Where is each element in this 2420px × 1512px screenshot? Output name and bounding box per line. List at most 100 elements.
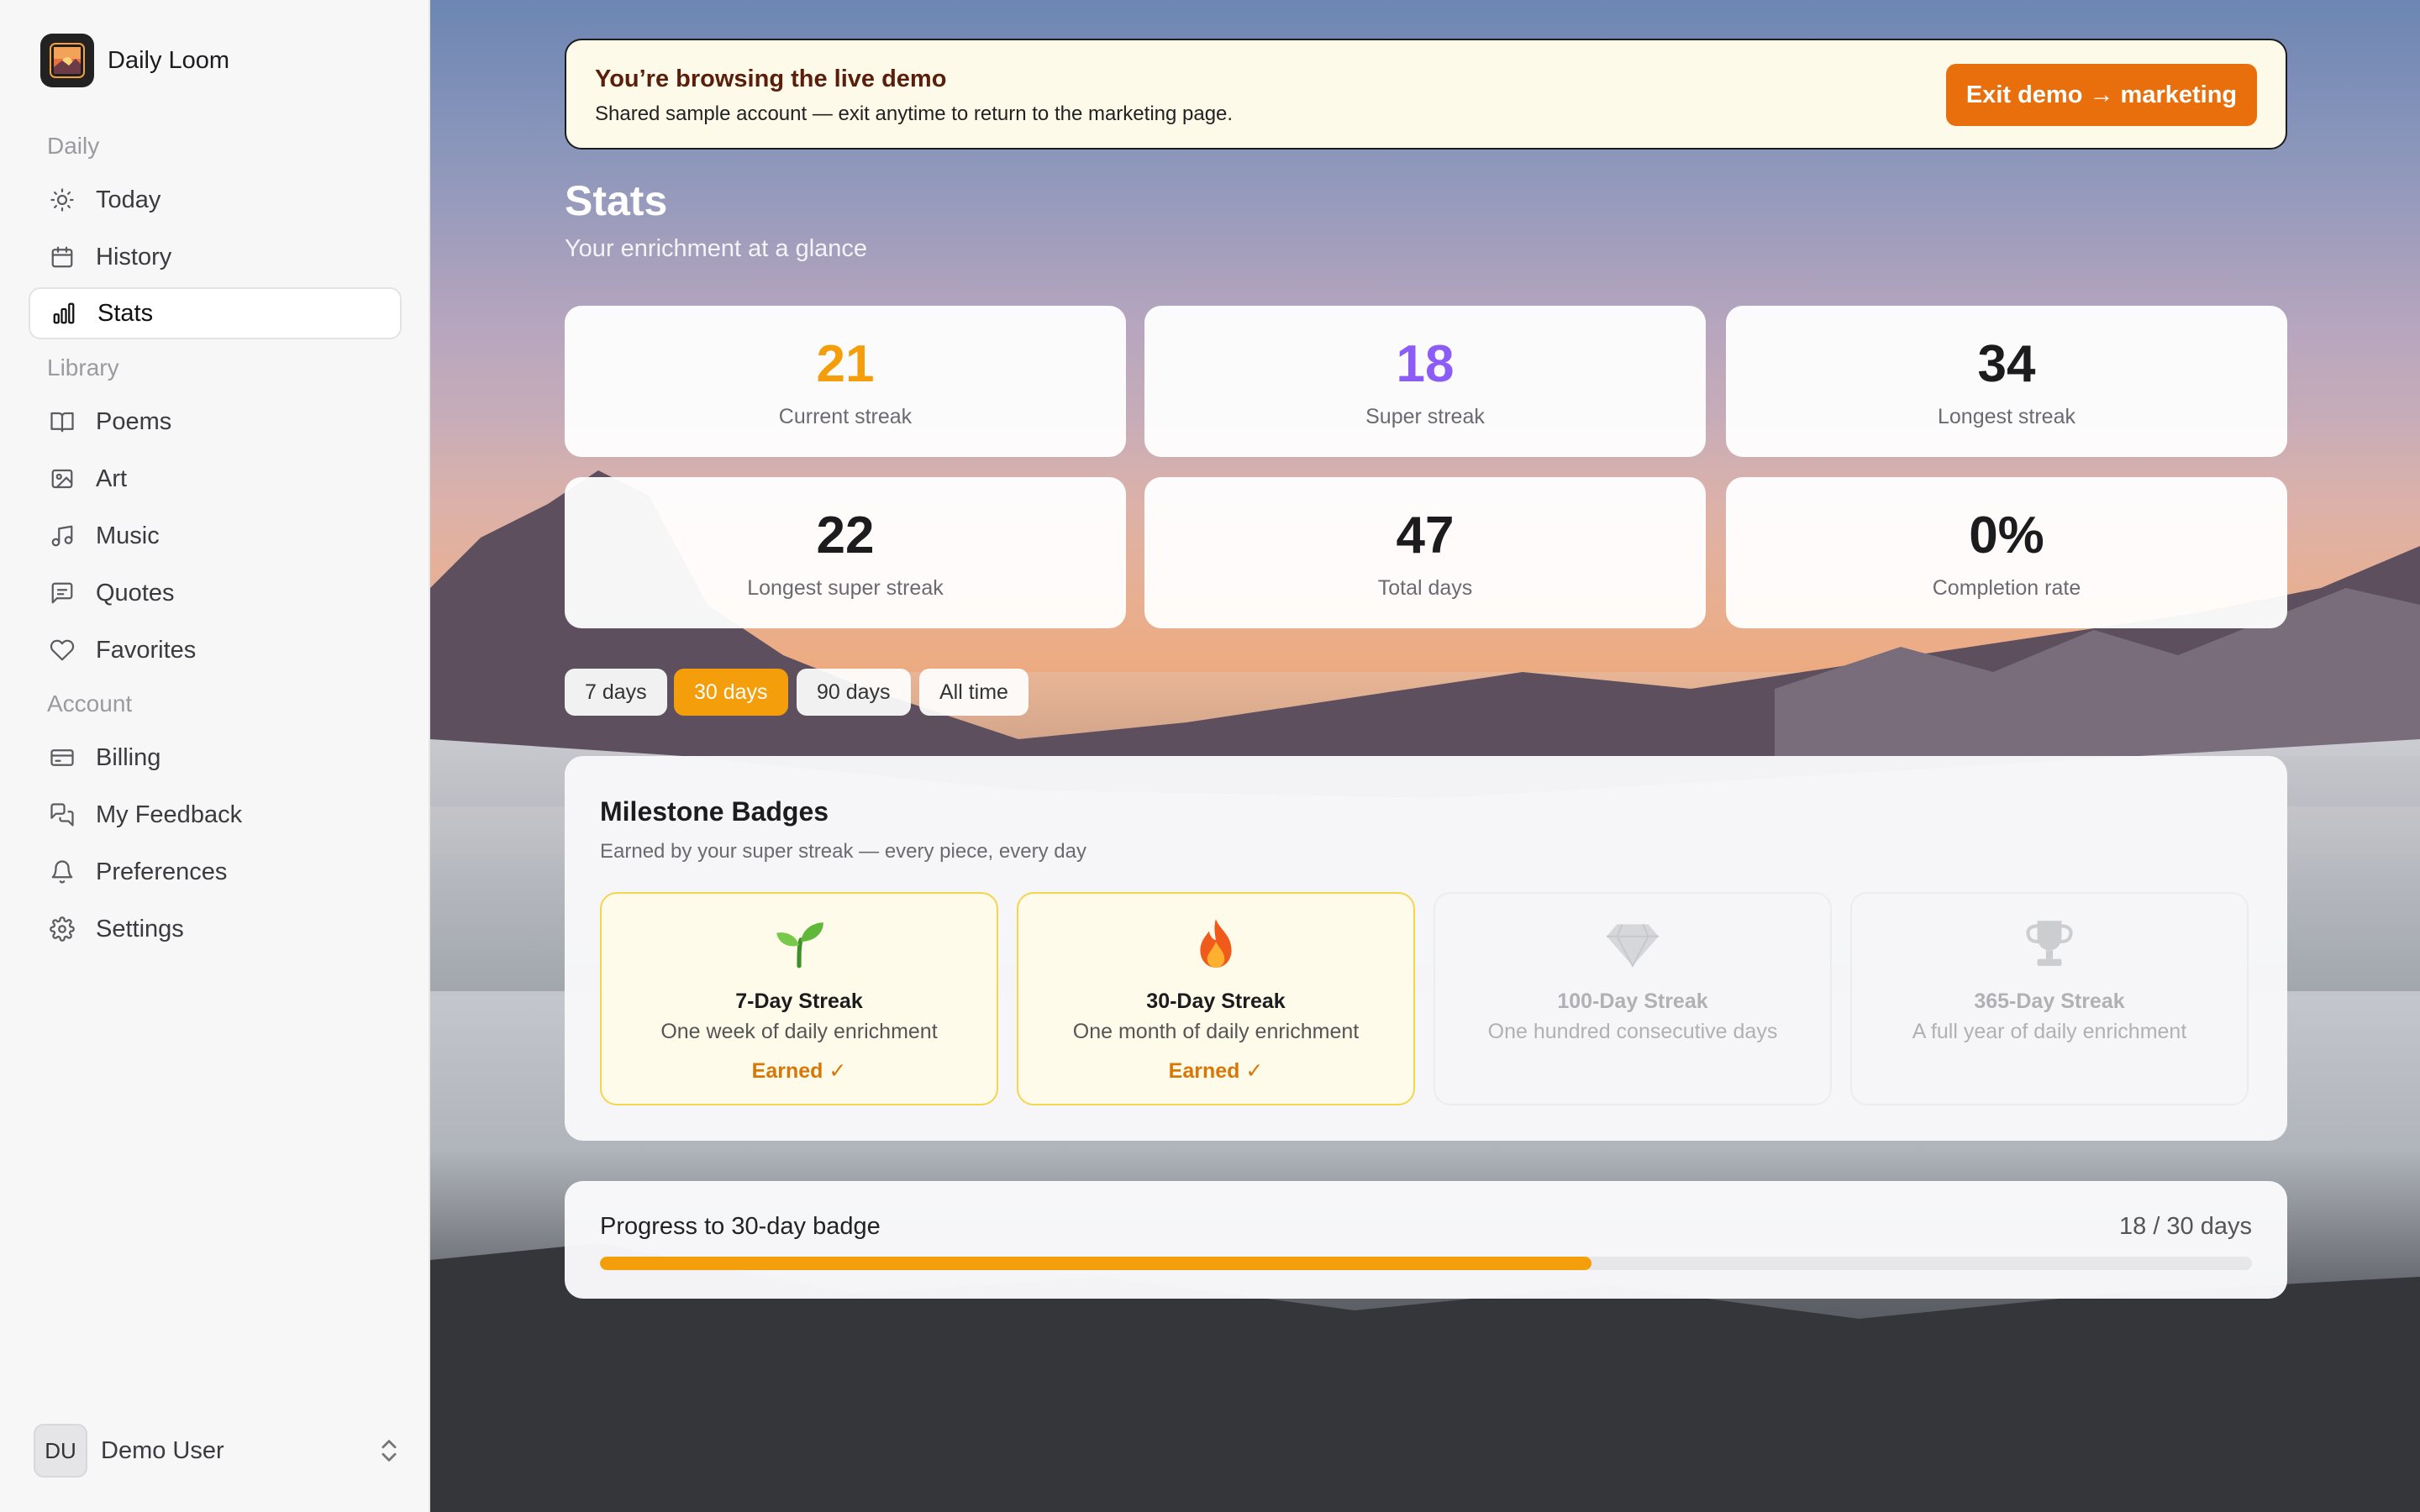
sidebar-item-favorites[interactable]: Favorites (29, 624, 402, 676)
sidebar-item-label: Quotes (96, 579, 175, 606)
sidebar-item-my-feedback[interactable]: My Feedback (29, 789, 402, 841)
sidebar-item-history[interactable]: History (29, 231, 402, 283)
seedling-icon (602, 914, 997, 973)
sidebar-item-poems[interactable]: Poems (29, 396, 402, 448)
progress-label: Progress to 30-day badge (600, 1213, 881, 1240)
page-title: Stats (565, 177, 668, 224)
sidebar-item-preferences[interactable]: Preferences (29, 846, 402, 898)
sidebar-item-today[interactable]: Today (29, 174, 402, 226)
fire-icon (1018, 914, 1413, 973)
stat-label: Current streak (778, 405, 913, 428)
badge-30-day-streak: 30-Day Streak One month of daily enrichm… (1017, 892, 1415, 1105)
sidebar-item-label: Preferences (96, 858, 228, 885)
sidebar-item-label: Today (96, 186, 161, 213)
sidebar-item-music[interactable]: Music (29, 510, 402, 562)
range-tab-30-days[interactable]: 30 days (674, 669, 788, 716)
stat-value: 47 (1396, 507, 1455, 564)
panel-title: Milestone Badges (600, 796, 829, 827)
stat-card-longest-super-streak: 22 Longest super streak (565, 477, 1126, 628)
badge-name: 100-Day Streak (1557, 990, 1708, 1013)
progress-card: Progress to 30-day badge 18 / 30 days (565, 1181, 2287, 1299)
badge-status: Earned ✓ (1168, 1059, 1264, 1083)
image-icon (49, 465, 76, 492)
app-name: Daily Loom (108, 46, 230, 74)
calendar-icon (49, 244, 76, 270)
demo-banner: You’re browsing the live demo Shared sam… (565, 39, 2287, 150)
sidebar-item-settings[interactable]: Settings (29, 903, 402, 955)
sidebar-item-label: Settings (96, 915, 184, 942)
badge-name: 7-Day Streak (735, 990, 863, 1013)
stat-card-total-days: 47 Total days (1144, 477, 1706, 628)
exit-demo-button[interactable]: Exit demo → marketing (1946, 64, 2257, 126)
badge-status: Earned ✓ (751, 1059, 847, 1083)
range-tab-all-time[interactable]: All time (919, 669, 1028, 716)
sidebar-item-stats[interactable]: Stats (29, 287, 402, 339)
stat-value: 0% (1969, 507, 2044, 564)
panel-subtitle: Earned by your super streak — every piec… (600, 840, 1086, 863)
stat-value: 18 (1396, 335, 1455, 393)
stat-label: Longest streak (1938, 405, 2075, 428)
brand[interactable]: Daily Loom (40, 34, 229, 87)
heart-icon (49, 637, 76, 664)
sunset-image-icon (40, 34, 94, 87)
sidebar-item-quotes[interactable]: Quotes (29, 567, 402, 619)
progress-count: 18 / 30 days (2119, 1213, 2252, 1240)
stat-label: Super streak (1365, 405, 1485, 428)
trophy-icon (1852, 914, 2247, 973)
diamond-icon (1435, 914, 1830, 973)
stat-value: 22 (816, 507, 875, 564)
messages-icon (49, 801, 76, 828)
sidebar-item-label: Art (96, 465, 128, 492)
bar-chart-icon (50, 300, 77, 327)
credit-card-icon (49, 744, 76, 771)
badge-name: 365-Day Streak (1974, 990, 2125, 1013)
message-square-icon (49, 580, 76, 606)
sidebar-item-art[interactable]: Art (29, 453, 402, 505)
badge-7-day-streak: 7-Day Streak One week of daily enrichmen… (600, 892, 998, 1105)
bell-icon (49, 858, 76, 885)
section-label-daily: Daily (47, 133, 100, 159)
sidebar-item-label: Poems (96, 407, 172, 435)
user-name: Demo User (101, 1436, 224, 1464)
badge-365-day-streak: 365-Day Streak A full year of daily enri… (1850, 892, 2249, 1105)
sidebar-item-label: My Feedback (96, 801, 243, 828)
banner-title: You’re browsing the live demo (595, 66, 947, 92)
sidebar: Daily Loom Daily Today History Stats Lib… (0, 0, 430, 1512)
progress-track (600, 1257, 2252, 1270)
stat-card-longest-streak: 34 Longest streak (1726, 306, 2287, 457)
section-label-library: Library (47, 354, 119, 381)
stat-value: 34 (1977, 335, 2036, 393)
sidebar-item-label: Favorites (96, 636, 197, 664)
badge-name: 30-Day Streak (1146, 990, 1286, 1013)
stat-label: Longest super streak (747, 576, 944, 600)
milestone-badges-panel: Milestone Badges Earned by your super st… (565, 756, 2287, 1141)
book-icon (49, 408, 76, 435)
chevron-up-down-icon[interactable] (375, 1436, 403, 1465)
badge-description: One hundred consecutive days (1487, 1020, 1778, 1043)
stat-value: 21 (816, 335, 875, 393)
stat-card-current-streak: 21 Current streak (565, 306, 1126, 457)
progress-fill (600, 1257, 1591, 1270)
sidebar-item-label: History (96, 243, 172, 270)
sidebar-item-label: Billing (96, 743, 161, 771)
sidebar-item-label: Music (96, 522, 160, 549)
range-tab-7-days[interactable]: 7 days (565, 669, 667, 716)
badge-description: One week of daily enrichment (660, 1020, 938, 1043)
badge-100-day-streak: 100-Day Streak One hundred consecutive d… (1434, 892, 1832, 1105)
page-subtitle: Your enrichment at a glance (565, 235, 868, 262)
user-menu[interactable]: DU Demo User (34, 1423, 403, 1478)
gear-icon (49, 916, 76, 942)
banner-subtitle: Shared sample account — exit anytime to … (595, 102, 1234, 125)
sidebar-item-billing[interactable]: Billing (29, 732, 402, 784)
stat-card-completion-rate: 0% Completion rate (1726, 477, 2287, 628)
stat-label: Total days (1377, 576, 1473, 600)
sun-icon (49, 186, 76, 213)
sidebar-item-label: Stats (97, 299, 154, 327)
music-note-icon (49, 522, 76, 549)
stat-label: Completion rate (1932, 576, 2081, 600)
badge-description: A full year of daily enrichment (1912, 1020, 2187, 1043)
stat-card-super-streak: 18 Super streak (1144, 306, 1706, 457)
range-tab-90-days[interactable]: 90 days (797, 669, 911, 716)
section-label-account: Account (47, 690, 133, 717)
avatar: DU (34, 1424, 87, 1478)
